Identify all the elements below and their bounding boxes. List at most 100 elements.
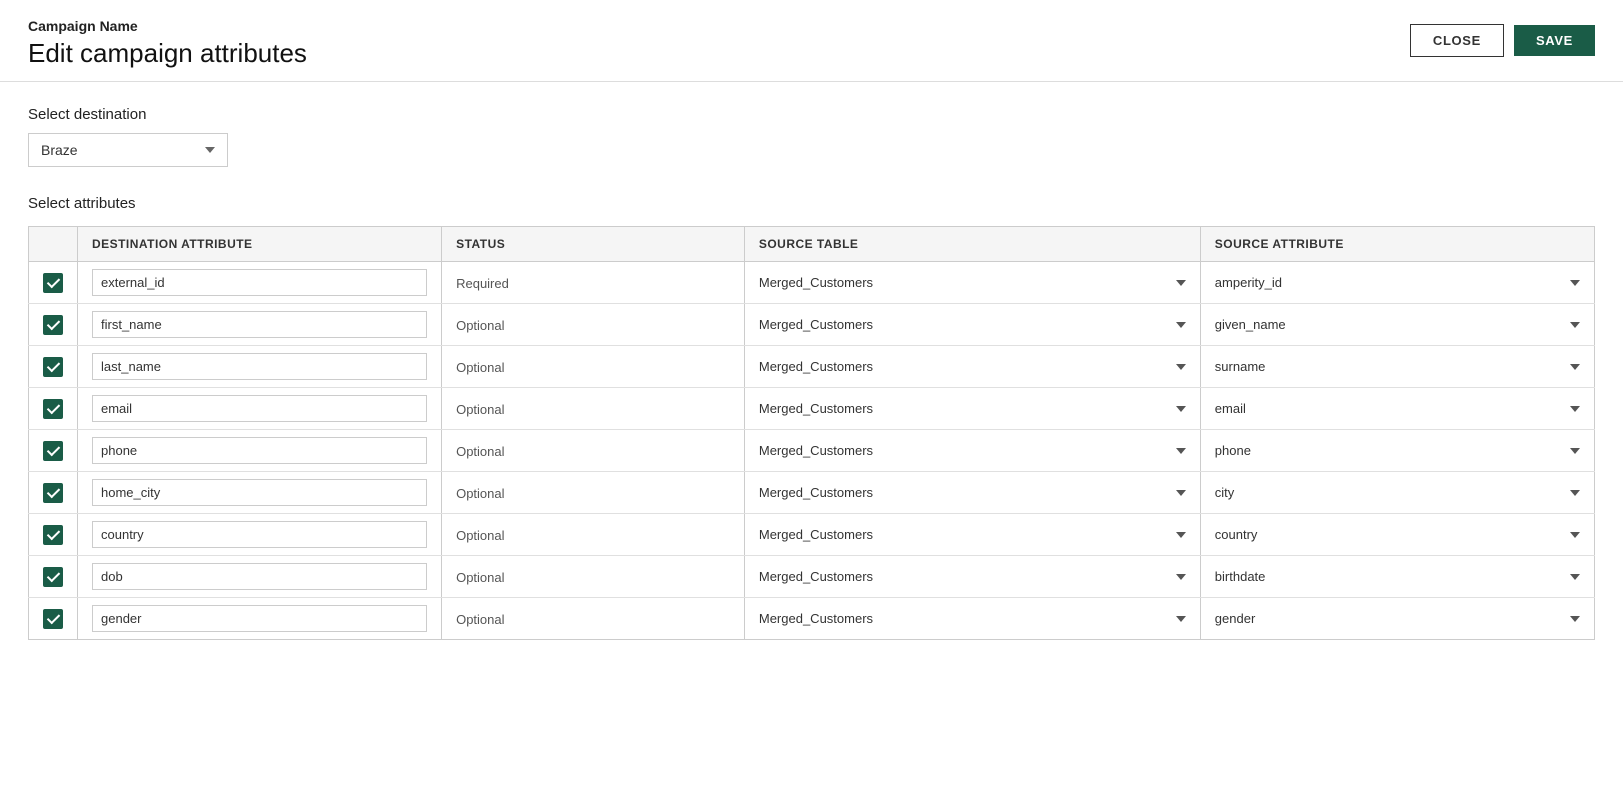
source-table-chevron-icon[interactable] (1176, 280, 1186, 286)
source-table-chevron-icon[interactable] (1176, 490, 1186, 496)
checkbox-checked[interactable] (43, 609, 63, 629)
source-attr-chevron-icon[interactable] (1570, 280, 1580, 286)
source-table-chevron-icon[interactable] (1176, 616, 1186, 622)
save-button[interactable]: SAVE (1514, 25, 1595, 56)
status-cell: Optional (442, 514, 745, 556)
attributes-section: Select attributes DESTINATION ATTRIBUTE … (28, 195, 1595, 640)
status-cell: Optional (442, 304, 745, 346)
source-table-cell: Merged_Customers (744, 304, 1200, 346)
col-header-dest-attr: DESTINATION ATTRIBUTE (78, 227, 442, 262)
dest-attr-input[interactable] (92, 605, 427, 632)
source-table-chevron-icon[interactable] (1176, 448, 1186, 454)
table-row: OptionalMerged_Customerscountry (29, 514, 1595, 556)
source-attr-chevron-icon[interactable] (1570, 448, 1580, 454)
row-checkbox-cell (29, 388, 78, 430)
dest-attr-cell (78, 472, 442, 514)
source-attr-value: given_name (1215, 317, 1286, 332)
dest-attr-cell (78, 262, 442, 304)
source-table-chevron-icon[interactable] (1176, 532, 1186, 538)
source-attr-cell: amperity_id (1200, 262, 1594, 304)
checkbox-checked[interactable] (43, 399, 63, 419)
table-row: OptionalMerged_Customersbirthdate (29, 556, 1595, 598)
source-attr-chevron-icon[interactable] (1570, 364, 1580, 370)
source-attr-chevron-icon[interactable] (1570, 322, 1580, 328)
status-text: Optional (456, 402, 504, 417)
status-cell: Required (442, 262, 745, 304)
checkbox-checked[interactable] (43, 357, 63, 377)
checkbox-checked[interactable] (43, 315, 63, 335)
status-cell: Optional (442, 346, 745, 388)
dest-attr-cell (78, 346, 442, 388)
status-cell: Optional (442, 430, 745, 472)
status-text: Optional (456, 486, 504, 501)
source-table-cell: Merged_Customers (744, 556, 1200, 598)
source-attr-chevron-icon[interactable] (1570, 574, 1580, 580)
source-attr-chevron-icon[interactable] (1570, 616, 1580, 622)
row-checkbox-cell (29, 346, 78, 388)
source-attr-value: city (1215, 485, 1235, 500)
source-attr-value: phone (1215, 443, 1251, 458)
source-attr-value: email (1215, 401, 1246, 416)
source-attr-cell: birthdate (1200, 556, 1594, 598)
dest-attr-input[interactable] (92, 437, 427, 464)
dest-attr-cell (78, 556, 442, 598)
destination-select[interactable]: BrazeSalesforceHubSpot (28, 133, 228, 167)
source-table-chevron-icon[interactable] (1176, 574, 1186, 580)
source-table-cell: Merged_Customers (744, 346, 1200, 388)
status-text: Optional (456, 360, 504, 375)
close-button[interactable]: CLOSE (1410, 24, 1504, 57)
main-content: Select destination BrazeSalesforceHubSpo… (0, 82, 1623, 664)
source-attr-chevron-icon[interactable] (1570, 406, 1580, 412)
header-left: Campaign Name Edit campaign attributes (28, 18, 307, 69)
status-cell: Optional (442, 388, 745, 430)
source-table-value: Merged_Customers (759, 359, 873, 374)
row-checkbox-cell (29, 556, 78, 598)
status-cell: Optional (442, 598, 745, 640)
source-table-value: Merged_Customers (759, 611, 873, 626)
source-attr-value: surname (1215, 359, 1266, 374)
col-header-source-attr: SOURCE ATTRIBUTE (1200, 227, 1594, 262)
dest-attr-input[interactable] (92, 269, 427, 296)
row-checkbox-cell (29, 514, 78, 556)
table-header-row: DESTINATION ATTRIBUTE STATUS SOURCE TABL… (29, 227, 1595, 262)
status-text: Required (456, 276, 509, 291)
source-table-cell: Merged_Customers (744, 430, 1200, 472)
dest-attr-input[interactable] (92, 521, 427, 548)
source-attr-cell: given_name (1200, 304, 1594, 346)
dest-attr-input[interactable] (92, 395, 427, 422)
campaign-name: Campaign Name (28, 18, 307, 34)
source-attr-cell: city (1200, 472, 1594, 514)
source-table-cell: Merged_Customers (744, 514, 1200, 556)
col-header-checkbox (29, 227, 78, 262)
source-table-value: Merged_Customers (759, 401, 873, 416)
checkbox-checked[interactable] (43, 525, 63, 545)
checkbox-checked[interactable] (43, 483, 63, 503)
checkbox-checked[interactable] (43, 567, 63, 587)
dest-attr-input[interactable] (92, 311, 427, 338)
source-table-cell: Merged_Customers (744, 388, 1200, 430)
row-checkbox-cell (29, 472, 78, 514)
page-title: Edit campaign attributes (28, 38, 307, 69)
source-table-chevron-icon[interactable] (1176, 406, 1186, 412)
source-attr-chevron-icon[interactable] (1570, 490, 1580, 496)
dest-attr-input[interactable] (92, 479, 427, 506)
source-table-value: Merged_Customers (759, 485, 873, 500)
source-table-value: Merged_Customers (759, 317, 873, 332)
checkbox-checked[interactable] (43, 273, 63, 293)
dest-attr-input[interactable] (92, 563, 427, 590)
source-table-chevron-icon[interactable] (1176, 322, 1186, 328)
destination-label: Select destination (28, 106, 1595, 123)
source-table-cell: Merged_Customers (744, 472, 1200, 514)
source-attr-cell: phone (1200, 430, 1594, 472)
table-row: Optional Merged_Customers surname (29, 346, 1595, 388)
source-attr-chevron-icon[interactable] (1570, 532, 1580, 538)
status-text: Optional (456, 318, 504, 333)
status-cell: Optional (442, 556, 745, 598)
dest-attr-input[interactable] (92, 353, 427, 380)
source-table-chevron-icon[interactable] (1176, 364, 1186, 370)
source-attr-cell: email (1200, 388, 1594, 430)
attributes-label: Select attributes (28, 195, 1595, 212)
source-table-value: Merged_Customers (759, 527, 873, 542)
checkbox-checked[interactable] (43, 441, 63, 461)
table-row: Optional Merged_Customers email (29, 388, 1595, 430)
